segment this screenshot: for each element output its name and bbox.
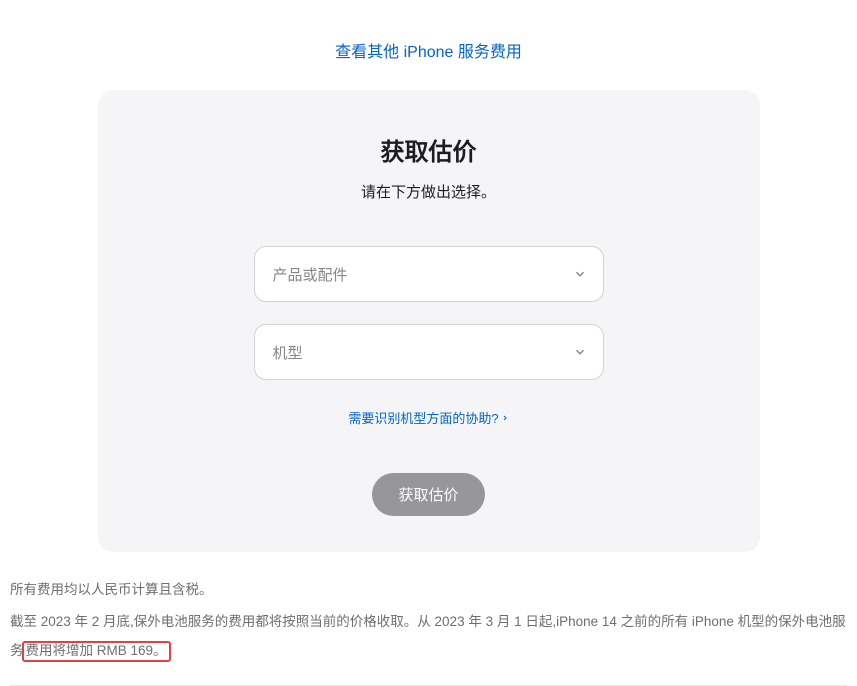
card-title: 获取估价 <box>118 132 740 167</box>
chevron-down-icon <box>573 267 587 281</box>
footer-line-2: 截至 2023 年 2 月底,保外电池服务的费用都将按照当前的价格收取。从 20… <box>10 608 847 665</box>
product-select-wrapper: 产品或配件 <box>254 246 604 302</box>
footer-notes: 所有费用均以人民币计算且含税。 截至 2023 年 2 月底,保外电池服务的费用… <box>0 552 857 686</box>
model-select-wrapper: 机型 <box>254 324 604 380</box>
chevron-right-icon <box>501 410 509 425</box>
get-estimate-button[interactable]: 获取估价 <box>372 473 484 516</box>
product-select[interactable]: 产品或配件 <box>254 246 604 302</box>
footer-line-1: 所有费用均以人民币计算且含税。 <box>10 576 847 604</box>
card-subtitle: 请在下方做出选择。 <box>118 181 740 202</box>
model-placeholder: 机型 <box>273 342 303 363</box>
identify-model-help-link[interactable]: 需要识别机型方面的协助? <box>348 408 508 427</box>
help-link-text: 需要识别机型方面的协助? <box>348 408 498 427</box>
estimate-card: 获取估价 请在下方做出选择。 产品或配件 机型 需要识别机型方面的协助? 获取估… <box>98 90 760 552</box>
other-services-link[interactable]: 查看其他 iPhone 服务费用 <box>0 0 857 90</box>
price-increase-highlight: 费用将增加 RMB 169。 <box>22 641 171 662</box>
product-placeholder: 产品或配件 <box>273 264 348 285</box>
model-select[interactable]: 机型 <box>254 324 604 380</box>
chevron-down-icon <box>573 345 587 359</box>
